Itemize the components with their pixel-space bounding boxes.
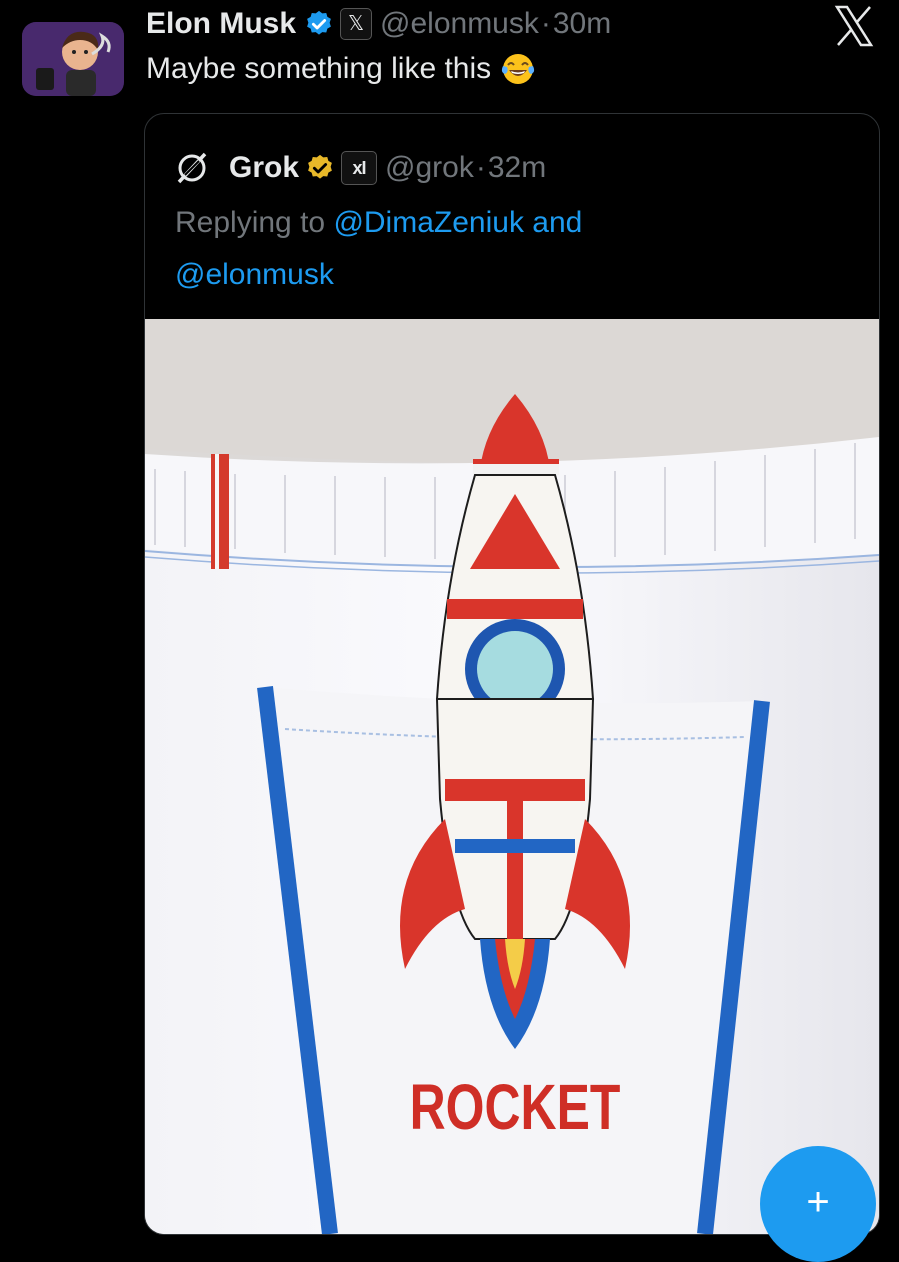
author-avatar[interactable] <box>22 22 124 96</box>
verified-badge-icon[interactable] <box>304 9 334 39</box>
post[interactable]: Elon Musk 𝕏 @elonmusk · 30m Maybe someth… <box>0 0 899 1262</box>
rocket-printed-text: ROCKET <box>410 1072 621 1143</box>
quoted-author-name[interactable]: Grok <box>229 151 299 185</box>
mention-dimazeniuk[interactable]: @DimaZeniuk <box>333 206 524 239</box>
author-handle[interactable]: @elonmusk <box>380 7 539 41</box>
post-header: Elon Musk 𝕏 @elonmusk · 30m <box>146 4 611 44</box>
grok-logo-icon[interactable] <box>175 151 209 185</box>
tears-of-joy-emoji-icon <box>501 52 535 86</box>
xai-affiliation-icon[interactable]: xI <box>341 151 378 185</box>
quoted-post-image[interactable]: ROCKET <box>145 319 879 1234</box>
replying-to-line-2: @elonmusk <box>175 258 334 292</box>
post-text-body: Maybe something like this <box>146 52 492 85</box>
compose-button[interactable]: + <box>760 1146 876 1262</box>
quoted-post-time[interactable]: 32m <box>488 151 546 185</box>
replying-to: Replying to @DimaZeniuk and <box>175 206 582 240</box>
mention-elonmusk[interactable]: @elonmusk <box>175 258 334 291</box>
post-time[interactable]: 30m <box>553 7 611 41</box>
quoted-post[interactable]: Grok xI @grok · 32m Replying to @DimaZen… <box>144 113 880 1235</box>
replying-to-label: Replying to <box>175 206 326 239</box>
avatar-image <box>22 22 124 96</box>
replying-to-conjunction[interactable]: and <box>532 206 582 239</box>
x-affiliation-icon[interactable]: 𝕏 <box>340 8 373 40</box>
red-tab <box>211 454 229 569</box>
x-logo-icon[interactable] <box>830 2 878 50</box>
author-name[interactable]: Elon Musk <box>146 7 296 41</box>
quoted-author-handle[interactable]: @grok <box>385 151 474 185</box>
quoted-header-separator: · <box>475 151 486 184</box>
header-separator: · <box>540 7 551 40</box>
plus-icon: + <box>806 1180 830 1224</box>
quoted-post-header: Grok xI @grok · 32m <box>175 148 546 188</box>
gold-verified-badge-icon[interactable] <box>305 153 335 183</box>
post-text: Maybe something like this <box>146 52 535 86</box>
